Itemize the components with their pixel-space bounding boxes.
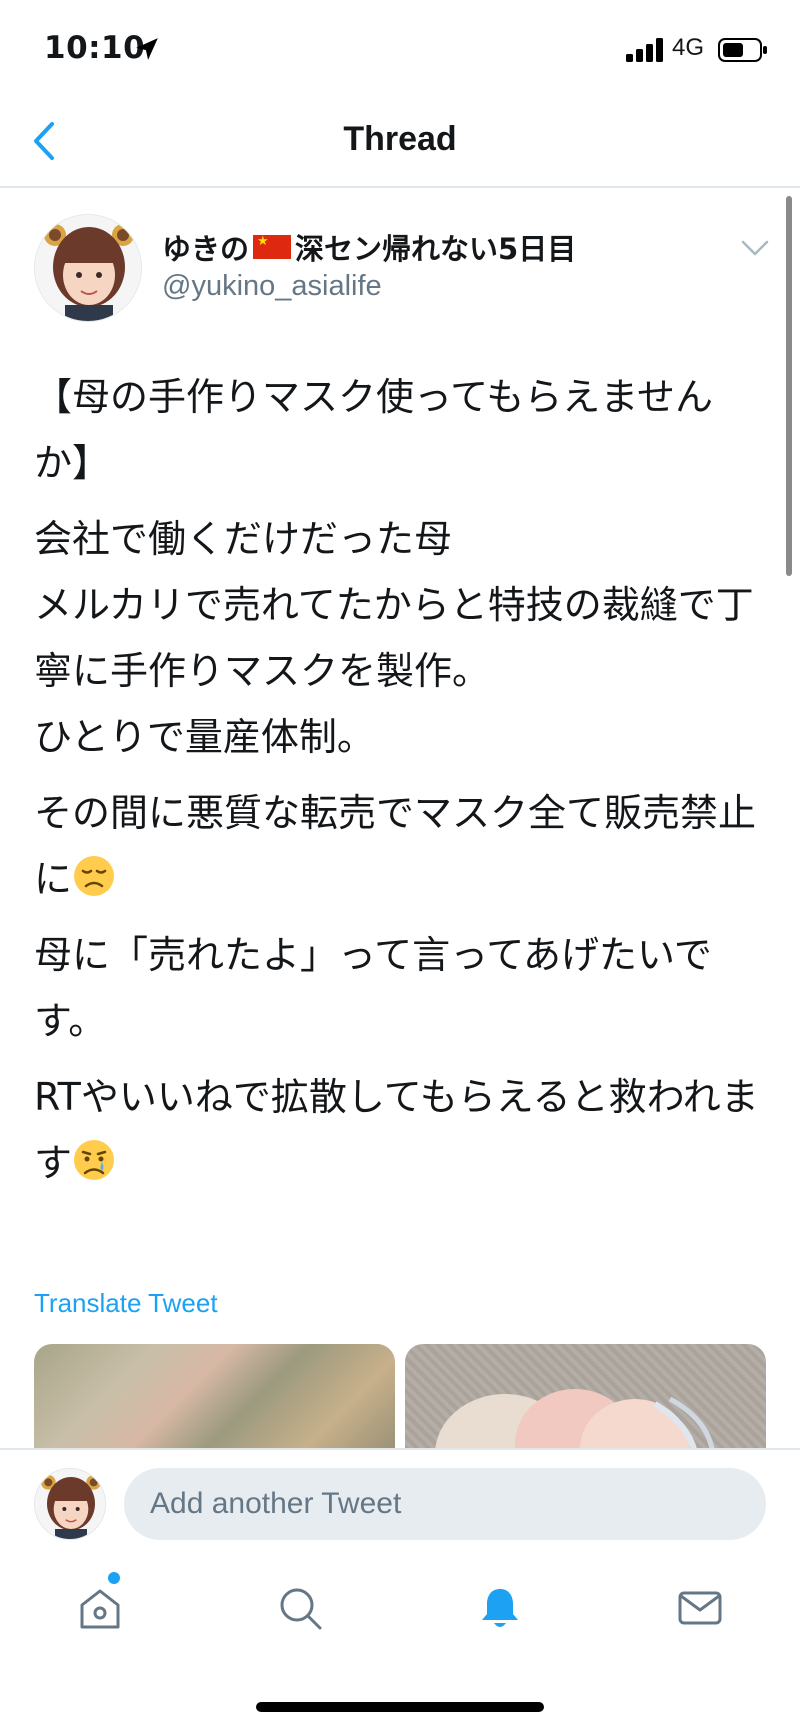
page-title: Thread [343, 120, 457, 158]
tweet-paragraph-text: その間に悪質な転売でマスク全て販売禁止に [34, 791, 757, 901]
user-name[interactable]: ゆきの 深セン帰れない5日目 [162, 226, 576, 268]
tweet-photo[interactable] [34, 1344, 395, 1450]
user-name-part-2: 深セン帰れない5日目 [295, 232, 577, 266]
tweet-paragraph: 会社で働くだけだった母 メルカリで売れてたからと特技の裁縫で丁寧に手作りマスクを… [34, 517, 754, 759]
home-icon [80, 1589, 120, 1629]
bell-icon [482, 1589, 518, 1627]
tweet-paragraph: その間に悪質な転売でマスク全て販売禁止に [34, 780, 764, 912]
tab-bar [0, 1558, 800, 1668]
tab-home[interactable] [70, 1572, 130, 1638]
network-type: 4G [672, 34, 705, 61]
tweet-paragraph: RTやいいねで拡散してもらえると救われます [34, 1064, 764, 1196]
tweet-paragraph: 【母の手作りマスク使ってもらえませんか】 [34, 375, 714, 485]
signal-bars-icon [626, 38, 663, 62]
chevron-down-icon[interactable] [740, 238, 770, 258]
battery-icon [718, 38, 767, 62]
tab-notifications[interactable] [470, 1578, 530, 1638]
crying-face-emoji-icon [74, 1140, 115, 1180]
tweet-text: 【母の手作りマスク使ってもらえませんか】 会社で働くだけだった母 メルカリで売れ… [34, 364, 764, 1206]
search-icon [280, 1588, 322, 1630]
avatar-illustration [35, 1469, 105, 1539]
avatar[interactable] [34, 214, 142, 322]
china-flag-icon [253, 235, 292, 259]
mask-photo-illustration [435, 1389, 715, 1450]
tab-search[interactable] [270, 1578, 330, 1638]
location-arrow-icon [136, 38, 158, 60]
tweet-media [34, 1344, 766, 1450]
tweet-paragraph-text: RTやいいねで拡散してもらえると救われます [34, 1075, 759, 1185]
avatar-illustration [35, 215, 141, 321]
status-bar: 10:10 4G [0, 0, 800, 100]
tweet-paragraph: 母に「売れたよ」って言ってあげたいです。 [34, 933, 712, 1043]
notification-dot [108, 1572, 120, 1584]
tab-messages[interactable] [670, 1578, 730, 1638]
tweet[interactable]: ゆきの 深セン帰れない5日目 @yukino_asialife 【母の手作りマス… [0, 190, 800, 1450]
user-handle[interactable]: @yukino_asialife [162, 270, 382, 303]
user-name-part-1: ゆきの [162, 232, 250, 266]
nav-bar: Thread [0, 100, 800, 188]
disappointed-face-emoji-icon [74, 856, 115, 896]
add-tweet-input[interactable]: Add another Tweet [124, 1468, 766, 1540]
avatar[interactable] [34, 1468, 106, 1540]
status-time: 10:10 [44, 30, 146, 66]
tweet-photo[interactable] [405, 1344, 766, 1450]
reply-bar: Add another Tweet [0, 1448, 800, 1558]
translate-tweet-link[interactable]: Translate Tweet [34, 1288, 218, 1319]
home-indicator[interactable] [256, 1702, 544, 1712]
mail-icon [678, 1591, 722, 1625]
scrollbar[interactable] [786, 196, 792, 576]
